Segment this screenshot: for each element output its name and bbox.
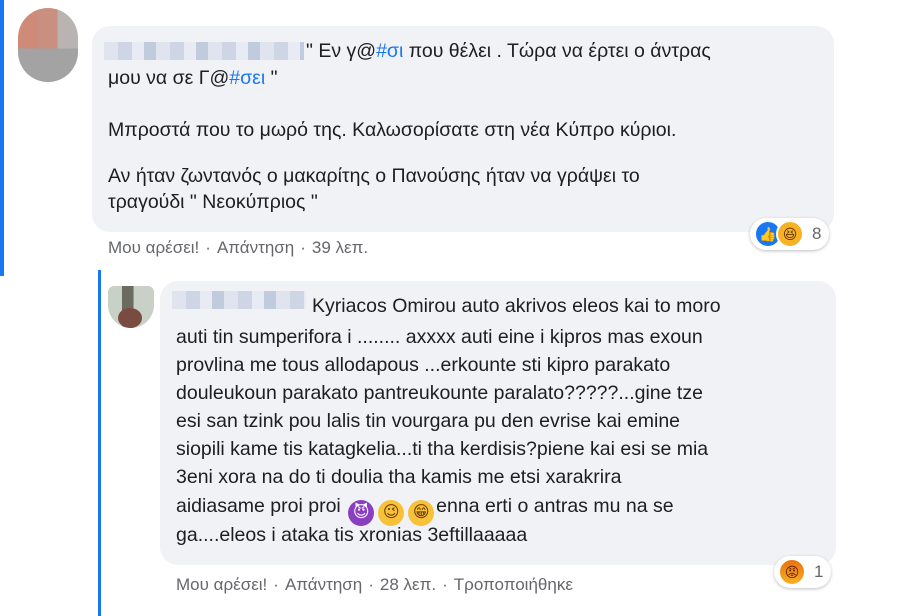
comment-line: auti tin sumperifora i ........ axxxx au…	[176, 326, 703, 348]
reaction-count: 8	[812, 224, 822, 243]
comment-actions: Μου αρέσει! · Απάντηση · 39 λεπ.	[108, 238, 369, 257]
edited-indicator[interactable]: Τροποποιήθηκε	[454, 575, 573, 594]
comment-line: esi san tzink pou lalis tin vourgara pu …	[176, 410, 681, 432]
avatar[interactable]	[108, 286, 154, 328]
thread-indicator	[0, 0, 4, 276]
comment-line: μου να σε Γ@#σει "	[108, 67, 278, 89]
timestamp-link[interactable]: 39 λεπ.	[312, 238, 368, 257]
comment-line: " Εν γ@#σι που θέλει . Τώρα να έρτει ο ά…	[306, 40, 711, 62]
reaction-summary[interactable]: 😡 1	[774, 556, 832, 588]
comment-bubble: " Εν γ@#σι που θέλει . Τώρα να έρτει ο ά…	[92, 26, 834, 232]
like-button[interactable]: Μου αρέσει!	[176, 575, 267, 594]
angry-icon: 😡	[778, 558, 806, 586]
comment-line: provlina me tous allodapous ...erkounte …	[176, 354, 671, 376]
avatar[interactable]	[18, 8, 78, 82]
comment-line: ga....eleos i ataka tis xronias 3eftilla…	[176, 524, 528, 546]
author-name-redacted[interactable]	[172, 291, 306, 309]
reply-thread-indicator	[98, 270, 101, 616]
reaction-summary[interactable]: 👍 😆 8	[750, 218, 830, 250]
haha-icon: 😆	[776, 220, 804, 248]
timestamp-link[interactable]: 28 λεπ.	[380, 575, 436, 594]
reply-bubble: Kyriacos Omirou auto akrivos eleos kai t…	[160, 281, 836, 565]
comment-line: Αν ήταν ζωντανός ο μακαρίτης ο Πανούσης …	[108, 165, 640, 187]
author-name-redacted[interactable]	[104, 42, 304, 60]
reply-button[interactable]: Απάντηση	[285, 575, 362, 594]
like-button[interactable]: Μου αρέσει!	[108, 238, 199, 257]
comment-line: siopili kame tis katagkelia...ti tha ker…	[176, 438, 709, 460]
reply-actions: Μου αρέσει! · Απάντηση · 28 λεπ. · Τροποποιήθη…	[176, 575, 573, 594]
reaction-count: 1	[814, 562, 824, 581]
comment-line: τραγούδι " Νεοκύπριος "	[108, 191, 318, 213]
comment-line: 3eni xora na do ti doulia tha kamis me e…	[176, 466, 622, 488]
comment-line: Kyriacos Omirou auto akrivos eleos kai t…	[312, 295, 721, 317]
comment-line: douleukoun parakato pantreukounte parala…	[176, 382, 703, 404]
comment-thread: " Εν γ@#σι που θέλει . Τώρα να έρτει ο ά…	[0, 0, 900, 616]
comment-line: Μπροστά που το μωρό της. Καλωσορίσατε στ…	[108, 119, 677, 141]
reply-button[interactable]: Απάντηση	[217, 238, 294, 257]
